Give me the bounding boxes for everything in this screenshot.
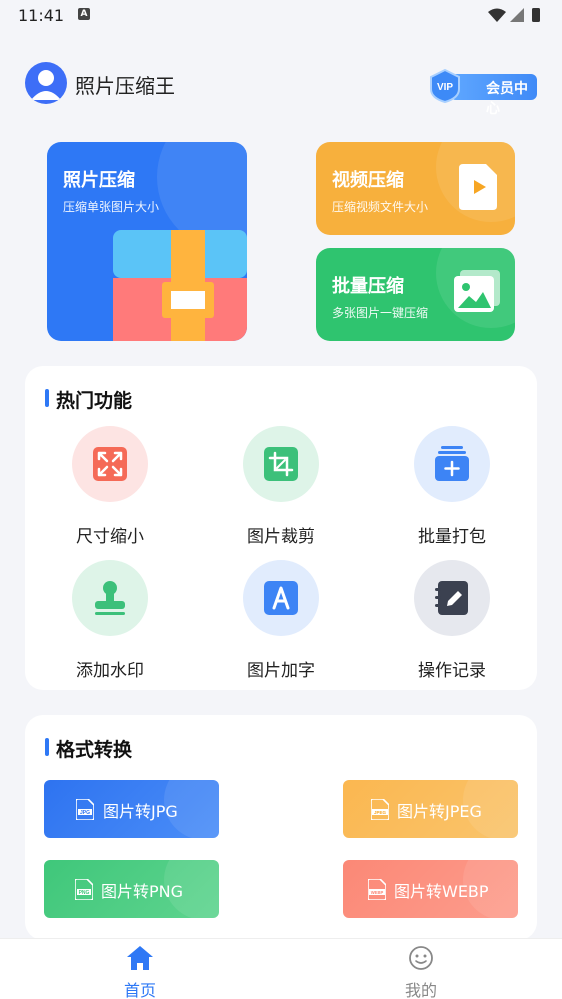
convert-png-label: 图片转PNG	[101, 882, 184, 901]
convert-webp-label: 图片转WEBP	[394, 882, 489, 901]
jpeg-file-icon: JPEG	[371, 799, 389, 820]
vip-badge-text: VIP	[437, 82, 453, 93]
photo-compress-title: 照片压缩	[63, 170, 135, 191]
crop-icon	[264, 447, 298, 481]
video-compress-card[interactable]: 视频压缩 压缩视频文件大小	[316, 142, 515, 235]
convert-jpg-button[interactable]: JPG 图片转JPG	[44, 780, 219, 838]
video-compress-subtitle: 压缩视频文件大小	[332, 200, 429, 214]
notebook-edit-icon	[435, 581, 468, 615]
avatar[interactable]	[25, 62, 67, 104]
tool-icon-bg	[414, 560, 490, 636]
resize-icon	[93, 447, 127, 481]
wifi-icon	[488, 8, 506, 22]
jpg-file-icon: JPG	[76, 799, 94, 820]
format-badge: WEBP	[371, 890, 384, 895]
batch-pack-icon	[435, 446, 469, 481]
app-title: 照片压缩王	[75, 74, 175, 98]
format-conversion-title: 格式转换	[56, 739, 133, 761]
video-file-icon	[459, 164, 497, 210]
batch-compress-card[interactable]: 批量压缩 多张图片一键压缩	[316, 248, 515, 341]
tool-label: 批量打包	[418, 527, 486, 547]
vip-center-label: 会员中心	[486, 81, 528, 117]
vip-icon: VIP	[430, 69, 460, 103]
nav-mine[interactable]: 我的	[381, 945, 461, 999]
tool-batch-pack[interactable]: 批量打包	[392, 426, 512, 547]
convert-jpeg-button[interactable]: JPEG 图片转JPEG	[343, 780, 518, 838]
tool-icon-bg	[72, 560, 148, 636]
format-badge: JPG	[80, 810, 90, 816]
bottom-nav: 首页 我的	[0, 938, 562, 999]
section-marker	[45, 389, 49, 407]
hot-functions-title: 热门功能	[56, 390, 133, 412]
tool-icon-bg	[243, 426, 319, 502]
tool-label: 图片裁剪	[247, 527, 315, 547]
convert-jpg-label: 图片转JPG	[103, 802, 178, 821]
batch-compress-title: 批量压缩	[332, 276, 404, 297]
status-time: 11:41	[18, 6, 65, 25]
format-badge: PNG	[79, 890, 90, 896]
tool-crop[interactable]: 图片裁剪	[221, 426, 341, 547]
vip-center-button[interactable]: 会员中心 VIP	[428, 69, 537, 117]
home-icon	[127, 946, 153, 970]
format-conversion-section: 格式转换 JPG 图片转JPG JPEG 图片转JPEG PNG 图片转PNG	[25, 715, 537, 940]
package-icon	[113, 230, 247, 341]
tool-label: 尺寸缩小	[76, 527, 144, 547]
status-bar: 11:41 A	[0, 0, 562, 32]
photo-compress-card[interactable]: 照片压缩 压缩单张图片大小	[47, 142, 247, 341]
png-file-icon: PNG	[75, 879, 93, 900]
tool-label: 操作记录	[418, 661, 486, 681]
nav-home[interactable]: 首页	[100, 945, 180, 999]
tool-label: 图片加字	[247, 661, 315, 681]
tool-icon-bg	[72, 426, 148, 502]
nav-home-label: 首页	[123, 981, 156, 999]
vip-pill: 会员中心	[450, 74, 537, 117]
format-badge: JPEG	[374, 810, 387, 815]
battery-icon	[532, 8, 540, 22]
tool-icon-bg	[243, 560, 319, 636]
tool-watermark[interactable]: 添加水印	[50, 560, 170, 681]
webp-file-icon: WEBP	[368, 879, 386, 900]
convert-png-button[interactable]: PNG 图片转PNG	[44, 860, 219, 918]
tool-icon-bg	[414, 426, 490, 502]
status-icons	[488, 8, 540, 22]
section-marker	[45, 738, 49, 756]
tool-resize[interactable]: 尺寸缩小	[50, 426, 170, 547]
signal-icon	[510, 8, 524, 22]
photo-compress-subtitle: 压缩单张图片大小	[63, 200, 160, 214]
tool-history[interactable]: 操作记录	[392, 560, 512, 681]
text-icon	[264, 581, 298, 615]
batch-compress-subtitle: 多张图片一键压缩	[332, 306, 429, 320]
notification-icon: A	[78, 8, 90, 20]
convert-jpeg-label: 图片转JPEG	[397, 802, 482, 821]
smile-face-icon	[409, 946, 433, 970]
images-icon	[454, 270, 500, 312]
video-compress-title: 视频压缩	[332, 170, 404, 191]
nav-mine-label: 我的	[404, 981, 437, 999]
stamp-icon	[95, 581, 125, 615]
hot-functions-section: 热门功能 尺寸缩小 图片裁剪 批量打包 添加水印 图片加字 操作记录	[25, 366, 537, 690]
convert-webp-button[interactable]: WEBP 图片转WEBP	[343, 860, 518, 918]
tool-label: 添加水印	[76, 661, 144, 681]
tool-add-text[interactable]: 图片加字	[221, 560, 341, 681]
user-icon	[31, 70, 61, 100]
